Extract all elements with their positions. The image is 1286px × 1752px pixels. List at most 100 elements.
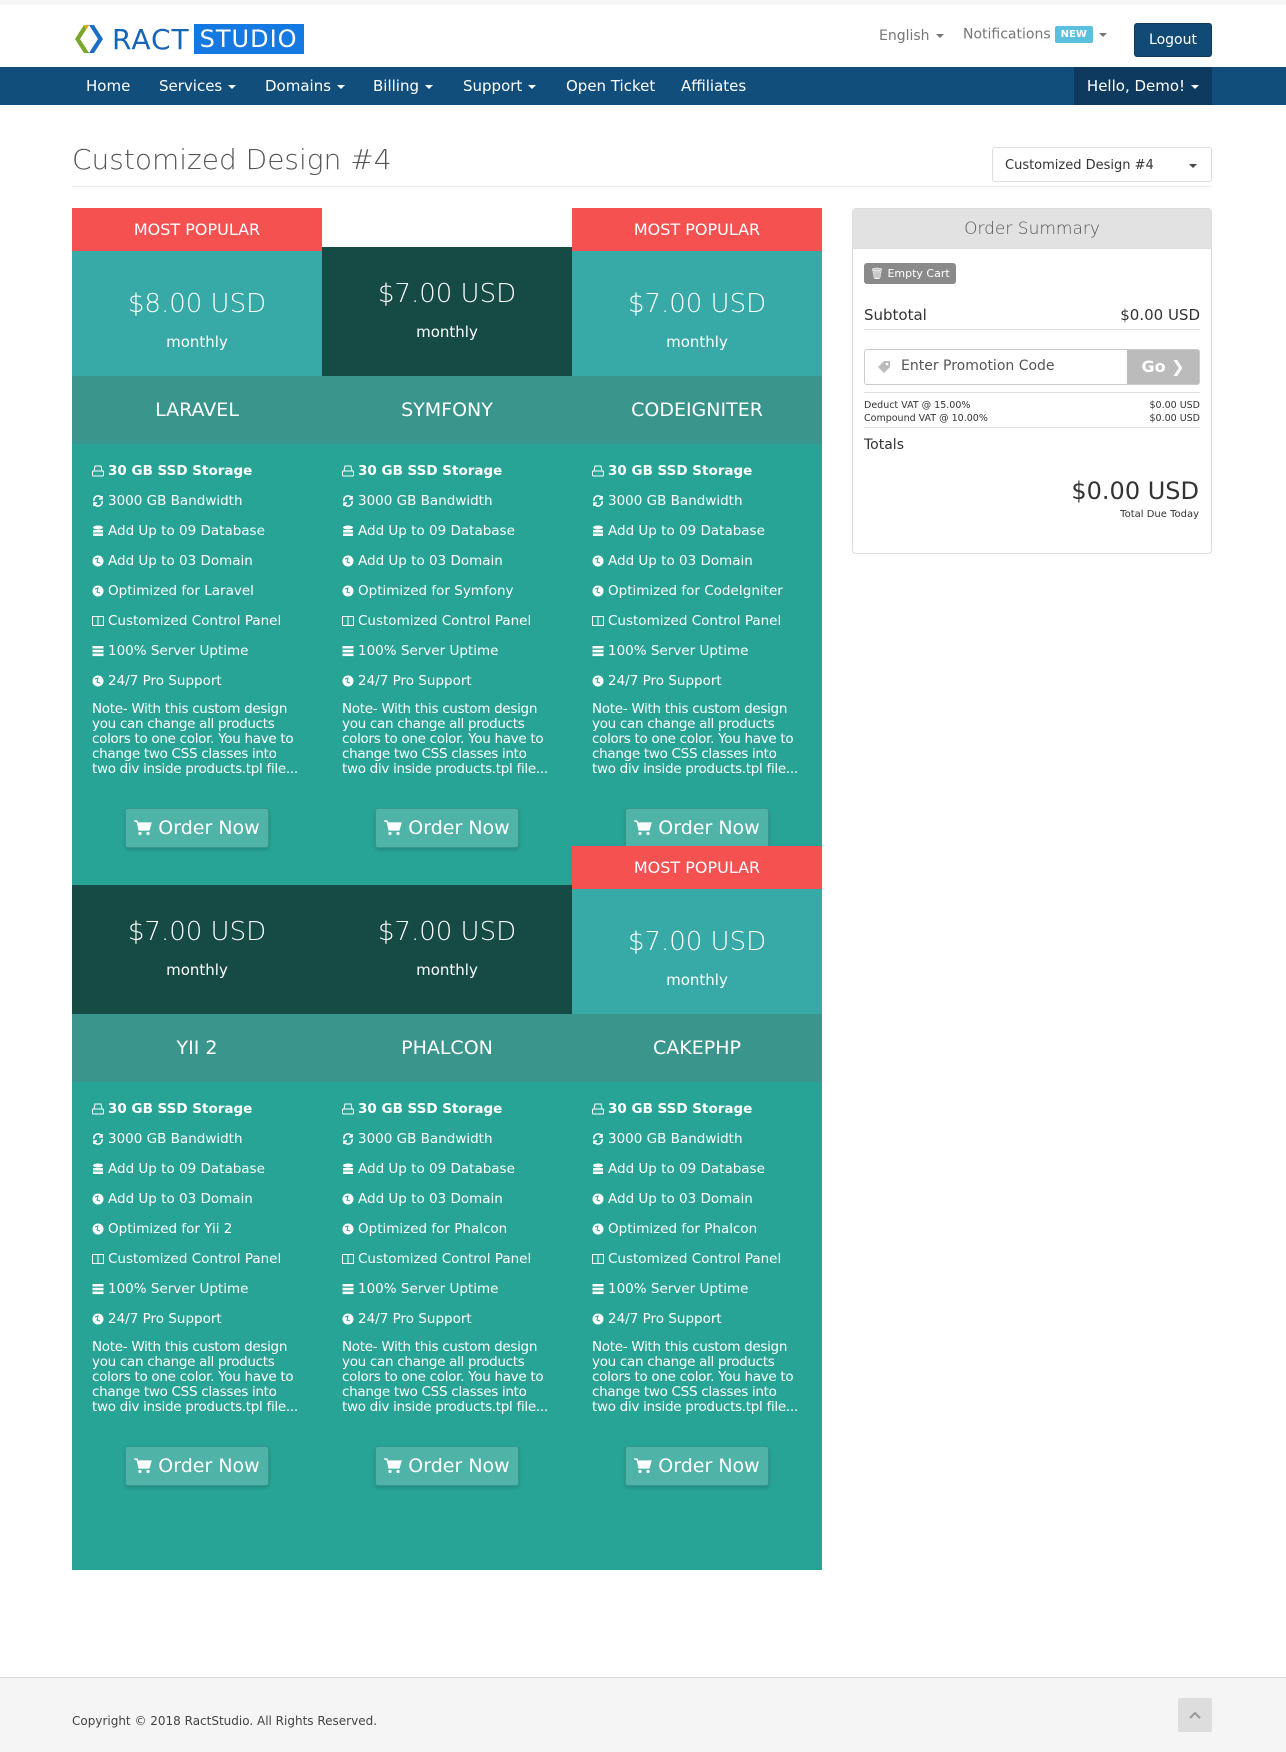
globe-icon (342, 555, 354, 567)
notifications-label: Notifications (963, 26, 1051, 43)
feature-control-panel: Customized Control Panel (92, 606, 302, 636)
refresh-icon (593, 495, 603, 507)
hdd-icon (342, 1103, 354, 1115)
cart-icon (134, 1458, 153, 1474)
refresh-icon (593, 1133, 603, 1145)
feature-database-text: Add Up to 09 Database (108, 1161, 265, 1177)
subtotal-label: Subtotal (864, 306, 927, 324)
hdd-icon (592, 1103, 604, 1115)
user-menu[interactable]: Hello, Demo! (1074, 67, 1212, 105)
order-now-button[interactable]: Order Now (375, 808, 519, 848)
feature-optimized: Optimized for Yii 2 (92, 1214, 302, 1244)
feature-uptime-text: 100% Server Uptime (608, 1281, 749, 1297)
cart-icon (634, 1458, 653, 1474)
hdd-icon (92, 465, 104, 477)
product-note: Note- With this custom design you can ch… (592, 1339, 798, 1415)
server-icon (92, 646, 104, 657)
server-icon (92, 1284, 104, 1295)
header: RACT STUDIO English Notifications NEW Log… (0, 5, 1286, 67)
database-icon (93, 525, 103, 536)
user-greeting: Hello, Demo! (1086, 77, 1186, 95)
new-badge: NEW (1054, 26, 1093, 43)
nav-open-ticket[interactable]: Open Ticket (566, 67, 655, 105)
feature-list: 30 GB SSD Storage 3000 GB Bandwidth Add Up… (72, 456, 322, 777)
logo[interactable]: RACT STUDIO (72, 22, 304, 56)
globe-icon (342, 1193, 354, 1205)
feature-bandwidth: 3000 GB Bandwidth (92, 486, 302, 516)
feature-optimized-text: Optimized for CodeIgniter (608, 583, 783, 599)
refresh-icon (343, 495, 353, 507)
feature-storage: 30 GB SSD Storage (342, 456, 552, 486)
notifications-dropdown[interactable]: Notifications NEW (963, 26, 1107, 43)
price-box: $7.00 USD monthly (322, 247, 572, 376)
copyright: Copyright © 2018 RactStudio. All Rights … (72, 1714, 378, 1728)
globe-icon (92, 555, 104, 567)
product-name: CODEIGNITER (631, 399, 763, 421)
feature-control-panel: Customized Control Panel (592, 606, 802, 636)
feature-support-text: 24/7 Pro Support (358, 1311, 472, 1327)
columns-icon (342, 616, 354, 626)
columns-icon (92, 1254, 104, 1264)
feature-storage-text: 30 GB SSD Storage (108, 1101, 253, 1117)
order-now-label: Order Now (158, 817, 260, 839)
globe-icon (592, 1313, 604, 1325)
order-now-button[interactable]: Order Now (625, 1446, 769, 1486)
feature-domain: Add Up to 03 Domain (342, 1184, 552, 1214)
promo-go-button[interactable]: Go ❯ (1127, 350, 1199, 384)
globe-icon (342, 675, 354, 687)
product-name-band: YII 2 PHALCON CAKEPHP (72, 1014, 822, 1082)
nav-billing[interactable]: Billing (373, 67, 433, 105)
nav-services[interactable]: Services (159, 67, 237, 105)
feature-support: 24/7 Pro Support (92, 666, 302, 696)
feature-optimized: Optimized for CodeIgniter (592, 576, 802, 606)
trash-icon: 🗑 (870, 267, 884, 280)
footer: Copyright © 2018 RactStudio. All Rights … (0, 1677, 1286, 1752)
feature-support-text: 24/7 Pro Support (608, 673, 722, 689)
feature-storage: 30 GB SSD Storage (92, 456, 302, 486)
most-popular-banner: MOST POPULAR (72, 208, 322, 251)
feature-support: 24/7 Pro Support (592, 666, 802, 696)
feature-bandwidth-text: 3000 GB Bandwidth (608, 493, 743, 509)
nav-affiliates[interactable]: Affiliates (681, 67, 746, 105)
feature-support-text: 24/7 Pro Support (608, 1311, 722, 1327)
order-now-button[interactable]: Order Now (625, 808, 769, 848)
back-to-top-button[interactable] (1178, 1698, 1212, 1732)
chevron-down-icon (337, 84, 346, 89)
vat-1-label: Deduct VAT @ 15.00% (864, 400, 971, 411)
feature-database: Add Up to 09 Database (92, 516, 302, 546)
empty-cart-button[interactable]: 🗑 Empty Cart (864, 263, 956, 284)
vat-1-value: $0.00 USD (1149, 400, 1200, 411)
order-now-button[interactable]: Order Now (125, 808, 269, 848)
nav-support[interactable]: Support (463, 67, 537, 105)
cart-icon (384, 1458, 403, 1474)
feature-storage: 30 GB SSD Storage (342, 1094, 552, 1124)
feature-uptime-text: 100% Server Uptime (108, 643, 249, 659)
feature-uptime: 100% Server Uptime (592, 1274, 802, 1304)
feature-database-text: Add Up to 09 Database (358, 523, 515, 539)
product-group-select[interactable]: Customized Design #4 (992, 147, 1212, 182)
globe-icon (92, 1193, 104, 1205)
feature-uptime-text: 100% Server Uptime (358, 1281, 499, 1297)
order-summary-title: Order Summary (853, 209, 1211, 249)
feature-control-panel: Customized Control Panel (592, 1244, 802, 1274)
price-amount: $7.00 USD (377, 917, 517, 947)
order-now-label: Order Now (658, 817, 760, 839)
product-note: Note- With this custom design you can ch… (342, 701, 548, 777)
logout-button[interactable]: Logout (1134, 23, 1212, 57)
billing-period: monthly (166, 961, 228, 979)
order-now-label: Order Now (408, 817, 510, 839)
promo-divider (864, 392, 1200, 393)
nav-domains[interactable]: Domains (265, 67, 346, 105)
billing-period: monthly (666, 971, 728, 989)
order-now-label: Order Now (408, 1455, 510, 1477)
language-dropdown[interactable]: English (879, 28, 944, 44)
database-icon (593, 1163, 603, 1174)
nav-home[interactable]: Home (86, 67, 130, 105)
globe-icon (592, 1193, 604, 1205)
order-now-button[interactable]: Order Now (125, 1446, 269, 1486)
price-amount: $7.00 USD (377, 279, 517, 309)
feature-storage: 30 GB SSD Storage (92, 1094, 302, 1124)
promo-code-input[interactable]: Enter Promotion Code (865, 350, 1129, 384)
feature-uptime-text: 100% Server Uptime (358, 643, 499, 659)
order-now-button[interactable]: Order Now (375, 1446, 519, 1486)
